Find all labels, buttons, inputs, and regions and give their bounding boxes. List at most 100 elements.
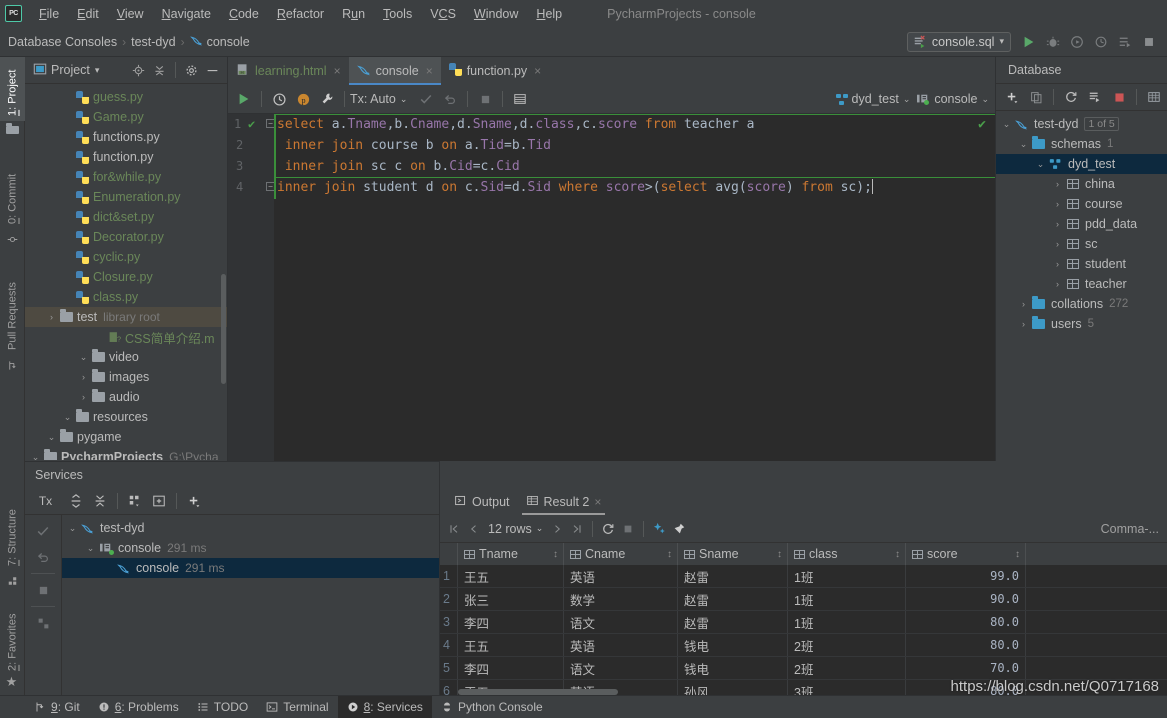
add-icon[interactable] bbox=[1001, 86, 1023, 108]
chevron-down-icon[interactable]: ▾ bbox=[95, 65, 100, 76]
database-tree-item[interactable]: ⌄ dyd_test bbox=[996, 154, 1167, 174]
menu-vcs[interactable]: VCS bbox=[421, 4, 465, 24]
table-cell[interactable]: 赵雷 bbox=[678, 565, 788, 587]
first-page-icon[interactable] bbox=[444, 519, 464, 539]
session-selector[interactable]: console ⌄ bbox=[916, 92, 989, 106]
table-cell[interactable]: 英语 bbox=[564, 565, 678, 587]
transaction-tx-label[interactable]: Tx bbox=[27, 494, 64, 508]
tree-twisty[interactable]: › bbox=[1017, 319, 1030, 329]
execute-query-icon[interactable] bbox=[233, 88, 255, 110]
sql-code-editor[interactable]: 1 ✔ − 2 3 4− select a.Tname,b.Cname,d.Sname,d… bbox=[228, 114, 1102, 461]
project-tree-item[interactable]: guess.py bbox=[25, 87, 227, 107]
menu-run[interactable]: Run bbox=[333, 4, 374, 24]
database-tree-item[interactable]: › student bbox=[996, 254, 1167, 274]
column-header-score[interactable]: score ↕ bbox=[906, 543, 1026, 565]
project-scrollbar[interactable] bbox=[221, 274, 226, 384]
sort-arrows-icon[interactable]: ↕ bbox=[777, 549, 782, 560]
database-tree-item[interactable]: › course bbox=[996, 194, 1167, 214]
project-tree-item[interactable]: Closure.py bbox=[25, 267, 227, 287]
tree-twisty[interactable]: ⌄ bbox=[1017, 139, 1030, 150]
table-cell[interactable]: 张三 bbox=[458, 588, 564, 610]
refresh-icon[interactable] bbox=[1060, 86, 1082, 108]
editor-tab-learning-html[interactable]: Hlearning.html × bbox=[228, 57, 349, 85]
database-tree-item[interactable]: › china bbox=[996, 174, 1167, 194]
status-item-terminal[interactable]: Terminal bbox=[257, 696, 337, 718]
table-cell[interactable]: 90.0 bbox=[906, 588, 1026, 610]
status-item-problems[interactable]: 6: Problems bbox=[89, 696, 188, 718]
stop-icon[interactable] bbox=[1108, 86, 1130, 108]
result-grid[interactable]: Tname ↕ Cname ↕ Sname ↕ class ↕ score ↕ 1 王五 英语 赵雷 1班… bbox=[440, 543, 1167, 695]
menu-edit[interactable]: Edit bbox=[68, 4, 108, 24]
sort-arrows-icon[interactable]: ↕ bbox=[553, 549, 558, 560]
open-console-icon[interactable] bbox=[1143, 86, 1165, 108]
chevron-down-icon[interactable]: ⌄ bbox=[400, 94, 408, 105]
project-tree-item[interactable]: for&while.py bbox=[25, 167, 227, 187]
sidebar-item-pull-requests[interactable]: Pull Requests bbox=[0, 257, 25, 355]
tree-twisty[interactable]: ⌄ bbox=[45, 432, 58, 443]
table-cell[interactable]: 赵雷 bbox=[678, 588, 788, 610]
table-row[interactable]: 5 李四 语文 钱电 2班 70.0 bbox=[440, 657, 1167, 680]
breadcrumb-database-consoles[interactable]: Database Consoles bbox=[8, 35, 117, 49]
table-cell[interactable]: 99.0 bbox=[906, 565, 1026, 587]
tree-twisty[interactable]: ⌄ bbox=[1000, 119, 1013, 130]
data-grid-icon[interactable] bbox=[509, 88, 531, 110]
project-tree-item[interactable]: Enumeration.py bbox=[25, 187, 227, 207]
project-tree-item[interactable]: functions.py bbox=[25, 127, 227, 147]
database-tree-item[interactable]: ⌄ schemas 1 bbox=[996, 134, 1167, 154]
duplicate-icon[interactable] bbox=[1025, 86, 1047, 108]
editor-tab-function-py[interactable]: function.py × bbox=[441, 57, 549, 85]
tree-twisty[interactable]: › bbox=[1051, 259, 1064, 269]
table-cell[interactable]: 李四 bbox=[458, 657, 564, 679]
value-editor-icon[interactable] bbox=[649, 519, 669, 539]
schema-selector[interactable]: dyd_test ⌄ bbox=[835, 92, 910, 106]
database-tree-item[interactable]: › sc bbox=[996, 234, 1167, 254]
collapse-all-icon[interactable] bbox=[89, 490, 111, 512]
project-tree-item[interactable]: cyclic.py bbox=[25, 247, 227, 267]
menu-refactor[interactable]: Refactor bbox=[268, 4, 333, 24]
table-cell[interactable]: 王五 bbox=[458, 634, 564, 656]
tree-twisty[interactable]: ⌄ bbox=[66, 523, 79, 534]
table-cell[interactable]: 语文 bbox=[564, 611, 678, 633]
last-page-icon[interactable] bbox=[567, 519, 587, 539]
add-icon[interactable] bbox=[183, 490, 205, 512]
breadcrumb-console[interactable]: console bbox=[207, 35, 250, 49]
project-tree-item[interactable]: dict&set.py bbox=[25, 207, 227, 227]
tree-twisty[interactable]: › bbox=[1051, 199, 1064, 209]
tree-twisty[interactable]: ⌄ bbox=[1034, 159, 1047, 170]
result-tab-output[interactable]: Output bbox=[446, 488, 518, 515]
database-tree-item[interactable]: ⌄ test-dyd 1 of 5 bbox=[996, 114, 1167, 134]
run-with-args-icon[interactable] bbox=[1114, 31, 1136, 53]
table-cell[interactable]: 80.0 bbox=[906, 611, 1026, 633]
history-icon[interactable] bbox=[268, 88, 290, 110]
tree-twisty[interactable]: ⌄ bbox=[29, 452, 42, 461]
close-icon[interactable]: × bbox=[334, 64, 341, 78]
table-row[interactable]: 1 王五 英语 赵雷 1班 99.0 bbox=[440, 565, 1167, 588]
menu-help[interactable]: Help bbox=[527, 4, 571, 24]
hide-panel-icon[interactable] bbox=[202, 60, 223, 81]
table-cell[interactable]: 钱电 bbox=[678, 657, 788, 679]
project-tree-item[interactable]: function.py bbox=[25, 147, 227, 167]
close-icon[interactable]: × bbox=[594, 495, 601, 509]
row-count-label[interactable]: 12 rows bbox=[488, 522, 532, 536]
close-icon[interactable]: × bbox=[534, 64, 541, 78]
sort-arrows-icon[interactable]: ↕ bbox=[667, 549, 672, 560]
database-tree[interactable]: ⌄ test-dyd 1 of 5 ⌄ schemas 1 ⌄ dyd_test › china ›… bbox=[996, 111, 1167, 334]
table-cell[interactable]: 数学 bbox=[564, 588, 678, 610]
group-by-icon[interactable] bbox=[124, 490, 146, 512]
chevron-down-icon[interactable]: ⌄ bbox=[981, 94, 989, 105]
tree-twisty[interactable]: › bbox=[1017, 299, 1030, 309]
output-format-label[interactable]: Comma-... bbox=[1101, 522, 1167, 536]
tree-twisty[interactable]: › bbox=[1051, 179, 1064, 189]
table-cell[interactable]: 王五 bbox=[458, 565, 564, 587]
tree-twisty[interactable]: › bbox=[1051, 219, 1064, 229]
transaction-mode-label[interactable]: Tx: Auto bbox=[350, 92, 396, 106]
table-cell[interactable]: 3班 bbox=[788, 680, 906, 695]
tree-twisty[interactable]: ⌄ bbox=[77, 352, 90, 363]
result-grid-body[interactable]: 1 王五 英语 赵雷 1班 99.0 2 张三 数学 赵雷 1班 90.0 3 李四 语文 赵雷 1班 80.0 4… bbox=[440, 565, 1167, 695]
status-item-git[interactable]: 9: Git bbox=[25, 696, 89, 718]
result-tab-result-2[interactable]: Result 2 × bbox=[518, 488, 610, 515]
tree-twisty[interactable]: › bbox=[1051, 239, 1064, 249]
profile-icon[interactable] bbox=[1090, 31, 1112, 53]
tree-twisty[interactable]: ⌄ bbox=[84, 543, 97, 554]
column-header-class[interactable]: class ↕ bbox=[788, 543, 906, 565]
